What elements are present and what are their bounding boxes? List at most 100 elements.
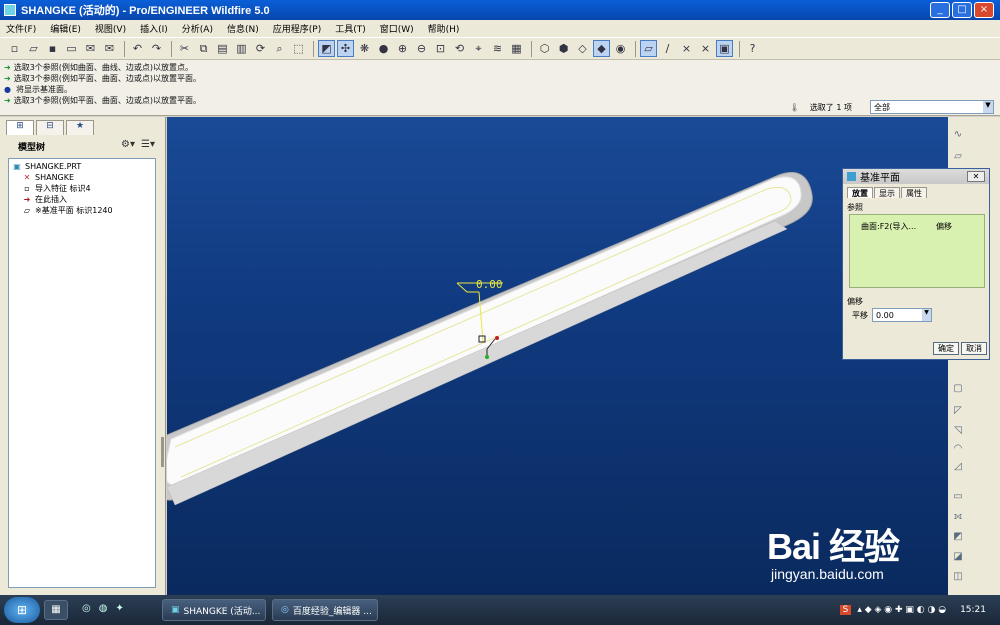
datum-axis-display-icon[interactable]: ∕	[659, 40, 676, 57]
close-button[interactable]: ×	[974, 2, 994, 18]
message-line: ➜ 选取3个参照(例如平面、曲面、边或点)以放置平面。	[4, 74, 202, 83]
tab-model-tree[interactable]: ⊞	[6, 120, 34, 135]
zoom-in-icon[interactable]: ⊕	[394, 40, 411, 57]
zoom-out-icon[interactable]: ⊖	[413, 40, 430, 57]
maximize-button[interactable]: □	[952, 2, 972, 18]
undo-icon[interactable]: ↶	[129, 40, 146, 57]
repaint-icon[interactable]: ◩	[318, 40, 335, 57]
saved-views-icon[interactable]: ⌖	[470, 40, 487, 57]
cancel-button[interactable]: 取消	[961, 342, 987, 355]
tray-icons[interactable]: ▴ ◆ ◈ ◉ ✚ ▣ ◐ ◑ ◒	[857, 605, 946, 615]
no-hidden-icon[interactable]: ◇	[574, 40, 591, 57]
datum-plane-display-icon[interactable]: ▱	[640, 40, 657, 57]
reference-constraint[interactable]: 偏移	[936, 221, 952, 232]
extend-icon[interactable]: ◪	[951, 551, 965, 563]
layers-icon[interactable]: ≋	[489, 40, 506, 57]
new-icon[interactable]: ▫	[6, 40, 23, 57]
task-browser[interactable]: ◎ 百度经验_编辑器 ...	[272, 599, 378, 621]
copy-icon[interactable]: ⧉	[195, 40, 212, 57]
chamfer-icon[interactable]: ◿	[951, 461, 965, 473]
orient-mode-icon[interactable]: ❋	[356, 40, 373, 57]
shell-icon[interactable]: ▢	[951, 383, 965, 395]
tree-item[interactable]: ✕ SHANGKE	[12, 172, 152, 183]
clock[interactable]: 15:21	[960, 605, 986, 615]
menu-window[interactable]: 窗口(W)	[380, 22, 414, 35]
refit-icon[interactable]: ⊡	[432, 40, 449, 57]
panel-splitter[interactable]	[161, 437, 164, 467]
shaded-icon[interactable]: ◆	[593, 40, 610, 57]
print-icon[interactable]: ▭	[63, 40, 80, 57]
references-list[interactable]: 曲面:F2(导入... 偏移	[849, 214, 985, 288]
minimize-button[interactable]: _	[930, 2, 950, 18]
graphics-window[interactable]: 0.00 Bai 经验 jingyan.baidu.com	[167, 117, 948, 595]
translate-input[interactable]: 0.00 ▼	[872, 308, 932, 322]
mirror-icon[interactable]: ⟗	[951, 511, 965, 523]
csys-display-icon[interactable]: ⨯	[697, 40, 714, 57]
email-icon[interactable]: ✉	[82, 40, 99, 57]
tab-display[interactable]: 显示	[874, 187, 900, 198]
email-link-icon[interactable]: ✉	[101, 40, 118, 57]
ie-icon[interactable]: ◎	[82, 603, 91, 614]
annotation-display-icon[interactable]: ▣	[716, 40, 733, 57]
tree-item[interactable]: ▱ ※基准平面 标识1240	[12, 205, 152, 216]
dialog-close-button[interactable]: ✕	[967, 171, 985, 182]
datum-point-display-icon[interactable]: ×	[678, 40, 695, 57]
menu-tools[interactable]: 工具(T)	[335, 22, 366, 35]
selection-filter[interactable]: 全部 ▼	[870, 100, 994, 114]
draft-icon[interactable]: ◹	[951, 425, 965, 437]
tray-app-icon[interactable]: S	[839, 605, 852, 615]
hidden-line-icon[interactable]: ⬢	[555, 40, 572, 57]
paste-special-icon[interactable]: ▥	[233, 40, 250, 57]
task-proe[interactable]: ▣ SHANGKE (活动...	[162, 599, 266, 621]
app-quick-icon[interactable]: ✦	[115, 603, 123, 614]
offset-dimension[interactable]: 0.00	[476, 278, 503, 291]
sketch-icon[interactable]: ∿	[951, 129, 965, 141]
tree-settings-icon[interactable]: ⚙▾	[121, 139, 135, 150]
enhanced-realism-icon[interactable]: ◉	[612, 40, 629, 57]
menu-view[interactable]: 视图(V)	[95, 22, 126, 35]
menu-help[interactable]: 帮助(H)	[428, 22, 460, 35]
tree-item[interactable]: ▣ SHANGKE.PRT	[12, 161, 152, 172]
menu-info[interactable]: 信息(N)	[227, 22, 259, 35]
paste-icon[interactable]: ▤	[214, 40, 231, 57]
translate-label: 平移	[852, 311, 868, 320]
offset-icon[interactable]: ◫	[951, 571, 965, 583]
tree-show-icon[interactable]: ☰▾	[141, 139, 155, 150]
menu-bar: 文件(F) 编辑(E) 视图(V) 插入(I) 分析(A) 信息(N) 应用程序…	[0, 20, 1000, 38]
datum-plane-tool-icon[interactable]: ▱	[951, 151, 965, 163]
select-box-icon[interactable]: ⬚	[290, 40, 307, 57]
ok-button[interactable]: 确定	[933, 342, 959, 355]
start-button[interactable]: ⊞	[4, 597, 40, 623]
merge-icon[interactable]: ◩	[951, 531, 965, 543]
regenerate-icon[interactable]: ⟳	[252, 40, 269, 57]
reference-item[interactable]: 曲面:F2(导入...	[861, 221, 916, 232]
menu-file[interactable]: 文件(F)	[6, 22, 36, 35]
tab-properties[interactable]: 属性	[901, 187, 927, 198]
reorient-icon[interactable]: ⟲	[451, 40, 468, 57]
spin-center-icon[interactable]: ✣	[337, 40, 354, 57]
shading-icon[interactable]: ●	[375, 40, 392, 57]
round-icon[interactable]: ◠	[951, 443, 965, 455]
show-desktop-icon[interactable]: ▦	[44, 600, 68, 620]
context-help-icon[interactable]: ?	[744, 40, 761, 57]
tab-placement[interactable]: 放置	[847, 187, 873, 198]
tab-folder-browser[interactable]: ⊟	[36, 120, 64, 135]
explorer-icon[interactable]: ◍	[99, 603, 108, 614]
open-icon[interactable]: ▱	[25, 40, 42, 57]
trim-icon[interactable]: ▭	[951, 491, 965, 503]
cut-icon[interactable]: ✂	[176, 40, 193, 57]
tree-item[interactable]: ➜ 在此插入	[12, 194, 152, 205]
baidu-logo: Bai 经验	[767, 526, 900, 567]
menu-analysis[interactable]: 分析(A)	[182, 22, 213, 35]
find-icon[interactable]: ⌕	[271, 40, 288, 57]
redo-icon[interactable]: ↷	[148, 40, 165, 57]
wireframe-icon[interactable]: ⬡	[536, 40, 553, 57]
menu-edit[interactable]: 编辑(E)	[50, 22, 81, 35]
tab-favorites[interactable]: ★	[66, 120, 94, 135]
menu-applications[interactable]: 应用程序(P)	[273, 22, 321, 35]
tree-item[interactable]: ▫ 导入特征 标识4	[12, 183, 152, 194]
rib-icon[interactable]: ◸	[951, 405, 965, 417]
save-icon[interactable]: ▪	[44, 40, 61, 57]
view-manager-icon[interactable]: ▦	[508, 40, 525, 57]
menu-insert[interactable]: 插入(I)	[140, 22, 168, 35]
